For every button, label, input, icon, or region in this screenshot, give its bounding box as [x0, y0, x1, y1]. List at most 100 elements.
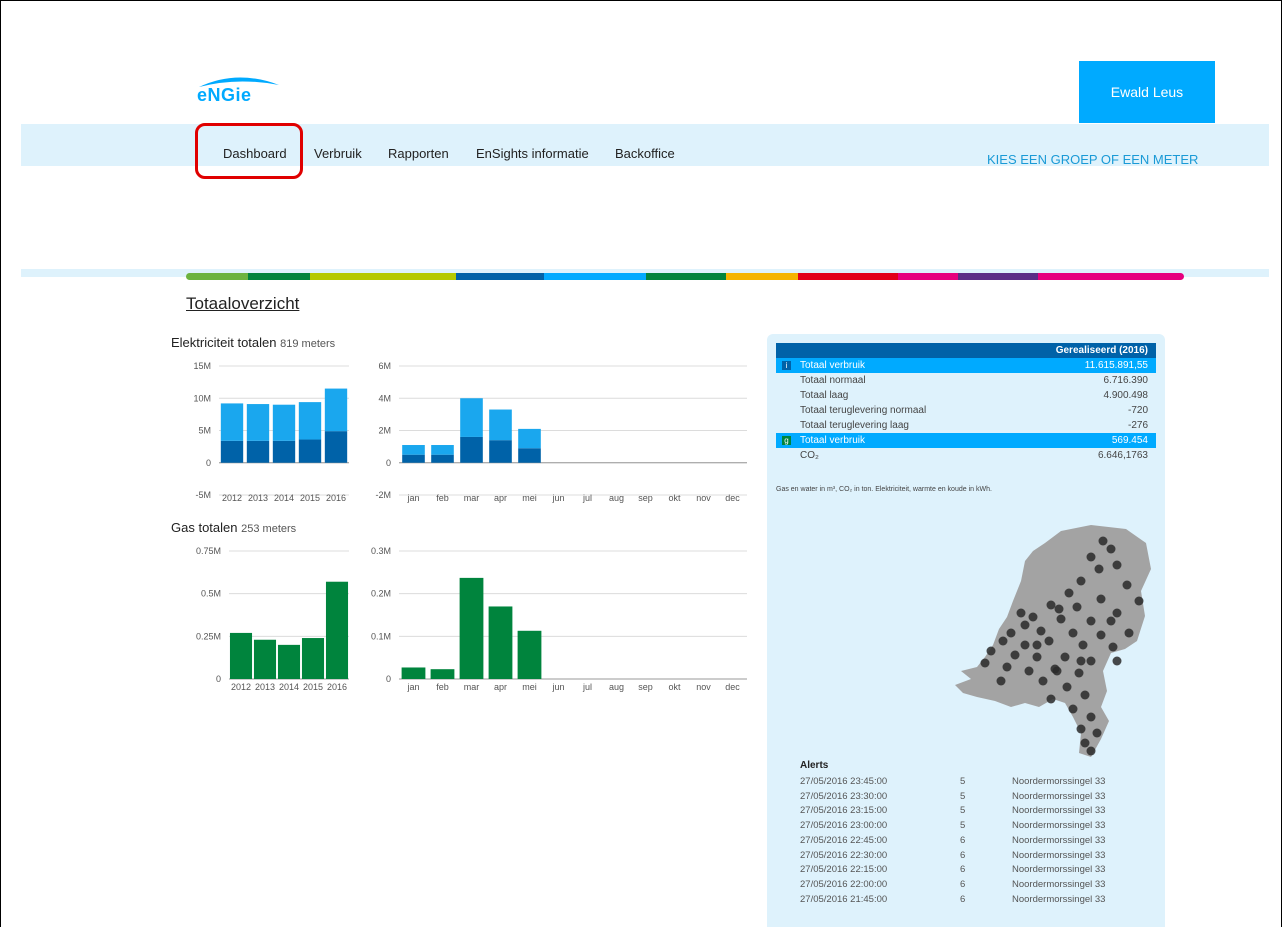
meter-marker[interactable] [1064, 588, 1074, 598]
bar-segment[interactable] [272, 440, 296, 463]
meter-marker[interactable] [1078, 640, 1088, 650]
meter-marker[interactable] [1046, 694, 1056, 704]
bar-segment[interactable] [402, 445, 425, 455]
meter-marker[interactable] [996, 676, 1006, 686]
bar-segment[interactable] [298, 439, 322, 463]
bar[interactable] [430, 669, 455, 679]
bar-segment[interactable] [489, 409, 512, 441]
summary-row-total-elec[interactable]: i Totaal verbruik 11.615.891,55 [776, 358, 1156, 373]
alert-row[interactable]: 27/05/2016 22:15:00 6 Noordermorssingel 33 [800, 864, 1140, 877]
bar[interactable] [459, 577, 484, 679]
netherlands-map[interactable] [941, 521, 1161, 761]
bar-segment[interactable] [324, 431, 348, 463]
bar-segment[interactable] [460, 398, 483, 437]
meter-marker[interactable] [1096, 630, 1106, 640]
meter-marker[interactable] [1020, 620, 1030, 630]
meter-marker[interactable] [1086, 656, 1096, 666]
bar-segment[interactable] [272, 404, 296, 441]
meter-marker[interactable] [1028, 612, 1038, 622]
meter-marker[interactable] [1062, 682, 1072, 692]
bar[interactable] [253, 639, 277, 679]
meter-marker[interactable] [1122, 580, 1132, 590]
meter-marker[interactable] [1134, 596, 1144, 606]
alert-row[interactable]: 27/05/2016 22:00:00 6 Noordermorssingel 33 [800, 879, 1140, 892]
meter-marker[interactable] [1052, 666, 1062, 676]
bar-segment[interactable] [431, 445, 454, 455]
meter-marker[interactable] [1068, 628, 1078, 638]
meter-marker[interactable] [1112, 656, 1122, 666]
meter-marker[interactable] [1092, 728, 1102, 738]
group-meter-selector-link[interactable]: KIES EEN GROEP OF EEN METER [987, 152, 1198, 167]
bar[interactable] [517, 630, 542, 679]
bar-segment[interactable] [402, 454, 425, 463]
meter-marker[interactable] [1020, 640, 1030, 650]
bar-segment[interactable] [220, 440, 244, 463]
meter-marker[interactable] [1086, 616, 1096, 626]
meter-marker[interactable] [1076, 724, 1086, 734]
meter-marker[interactable] [1096, 594, 1106, 604]
alert-row[interactable]: 27/05/2016 21:45:00 6 Noordermorssingel 33 [800, 894, 1140, 907]
meter-marker[interactable] [1112, 560, 1122, 570]
bar[interactable] [229, 632, 253, 679]
bar[interactable] [488, 606, 513, 679]
meter-marker[interactable] [1016, 608, 1026, 618]
meter-marker[interactable] [1124, 628, 1134, 638]
meter-marker[interactable] [1106, 616, 1116, 626]
meter-marker[interactable] [1032, 640, 1042, 650]
alert-row[interactable]: 27/05/2016 22:45:00 6 Noordermorssingel 33 [800, 835, 1140, 848]
meter-marker[interactable] [1044, 636, 1054, 646]
bar-segment[interactable] [324, 388, 348, 432]
meter-marker[interactable] [1060, 652, 1070, 662]
bar-segment[interactable] [460, 436, 483, 463]
meter-marker[interactable] [986, 646, 996, 656]
nav-verbruik[interactable]: Verbruik [314, 146, 362, 161]
nav-ensights-informatie[interactable]: EnSights informatie [476, 146, 589, 161]
meter-marker[interactable] [998, 636, 1008, 646]
meter-marker[interactable] [1080, 690, 1090, 700]
alert-row[interactable]: 27/05/2016 23:00:00 5 Noordermorssingel 33 [800, 820, 1140, 833]
bar[interactable] [325, 581, 349, 679]
user-menu-button[interactable]: Ewald Leus [1079, 61, 1215, 123]
bar-segment[interactable] [220, 403, 244, 441]
alert-row[interactable]: 27/05/2016 22:30:00 6 Noordermorssingel 33 [800, 850, 1140, 863]
alert-row[interactable]: 27/05/2016 23:45:00 5 Noordermorssingel 33 [800, 776, 1140, 789]
meter-marker[interactable] [1106, 544, 1116, 554]
meter-marker[interactable] [1072, 602, 1082, 612]
meter-marker[interactable] [1074, 668, 1084, 678]
meter-marker[interactable] [1080, 738, 1090, 748]
summary-row-total-gas[interactable]: g Totaal verbruik 569.454 [776, 433, 1156, 448]
alert-row[interactable]: 27/05/2016 23:30:00 5 Noordermorssingel 33 [800, 791, 1140, 804]
meter-marker[interactable] [1002, 662, 1012, 672]
nav-rapporten[interactable]: Rapporten [388, 146, 449, 161]
nav-backoffice[interactable]: Backoffice [615, 146, 675, 161]
meter-marker[interactable] [980, 658, 990, 668]
bar[interactable] [401, 667, 426, 679]
meter-marker[interactable] [1054, 604, 1064, 614]
meter-marker[interactable] [1108, 642, 1118, 652]
meter-marker[interactable] [1086, 552, 1096, 562]
meter-marker[interactable] [1024, 666, 1034, 676]
meter-marker[interactable] [1010, 650, 1020, 660]
bar-segment[interactable] [246, 440, 270, 463]
meter-marker[interactable] [1112, 608, 1122, 618]
meter-marker[interactable] [1098, 536, 1108, 546]
meter-marker[interactable] [1086, 712, 1096, 722]
bar-segment[interactable] [246, 404, 270, 441]
meter-marker[interactable] [1046, 600, 1056, 610]
bar-segment[interactable] [518, 448, 541, 463]
meter-marker[interactable] [1076, 576, 1086, 586]
bar-segment[interactable] [431, 454, 454, 463]
bar[interactable] [277, 644, 301, 679]
meter-marker[interactable] [1056, 614, 1066, 624]
meter-marker[interactable] [1068, 704, 1078, 714]
meter-marker[interactable] [1076, 656, 1086, 666]
bar-segment[interactable] [298, 402, 322, 440]
meter-marker[interactable] [1036, 626, 1046, 636]
meter-marker[interactable] [1086, 746, 1096, 756]
meter-marker[interactable] [1038, 676, 1048, 686]
meter-marker[interactable] [1006, 628, 1016, 638]
alert-row[interactable]: 27/05/2016 23:15:00 5 Noordermorssingel 33 [800, 805, 1140, 818]
bar-segment[interactable] [518, 428, 541, 449]
bar-segment[interactable] [489, 440, 512, 463]
meter-marker[interactable] [1094, 564, 1104, 574]
